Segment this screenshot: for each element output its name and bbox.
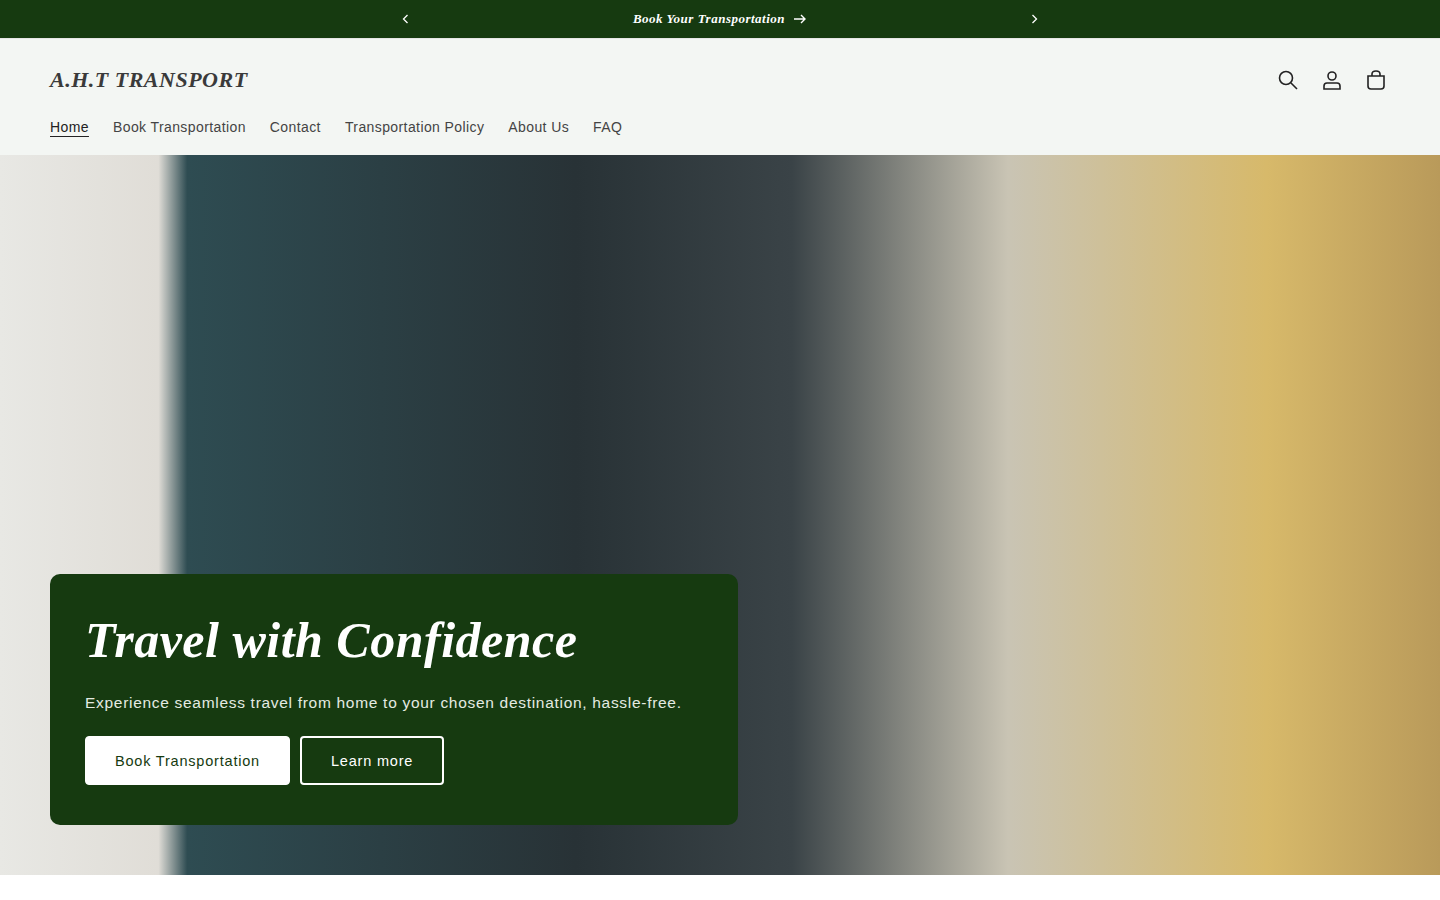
- hero-button[interactable]: Learn more: [300, 736, 444, 785]
- hero-banner: Travel with Confidence Experience seamles…: [0, 155, 1440, 875]
- hero-card: Travel with Confidence Experience seamles…: [50, 574, 738, 825]
- nav-item[interactable]: Contact: [270, 119, 321, 135]
- cart-icon: [1365, 69, 1387, 91]
- main-nav: Home Book Transportation Contact Transporta…: [50, 103, 1390, 155]
- chevron-left-icon: [400, 13, 412, 25]
- nav-item[interactable]: Book Transportation: [113, 119, 246, 135]
- site-header: A.H.T TRANSPORT Home Book Transportation Co…: [0, 39, 1440, 155]
- hero-title: Travel with Confidence: [85, 610, 703, 670]
- hero-button[interactable]: Book Transportation: [85, 736, 290, 785]
- hero-subtitle: Experience seamless travel from home to …: [85, 694, 703, 712]
- nav-item[interactable]: Transportation Policy: [345, 119, 484, 135]
- announcement-link[interactable]: Book Your Transportation: [570, 11, 870, 27]
- account-button[interactable]: [1316, 64, 1348, 96]
- cart-button[interactable]: [1360, 64, 1392, 96]
- search-icon: [1277, 69, 1299, 91]
- page-bottom: [0, 875, 1440, 899]
- search-button[interactable]: [1272, 64, 1304, 96]
- nav-item[interactable]: FAQ: [593, 119, 622, 135]
- previous-button[interactable]: [392, 5, 420, 33]
- announcement-text: Book Your Transportation: [633, 11, 785, 27]
- nav-item[interactable]: Home: [50, 119, 89, 135]
- logo[interactable]: A.H.T TRANSPORT: [50, 67, 248, 93]
- next-button[interactable]: [1020, 5, 1048, 33]
- arrow-right-icon: [793, 13, 807, 25]
- account-icon: [1321, 69, 1343, 91]
- page: Book Your Transportation A.H.T TRANSPORT H…: [0, 0, 1440, 899]
- chevron-right-icon: [1028, 13, 1040, 25]
- nav-item[interactable]: About Us: [508, 119, 569, 135]
- announcement-bar: Book Your Transportation: [0, 0, 1440, 39]
